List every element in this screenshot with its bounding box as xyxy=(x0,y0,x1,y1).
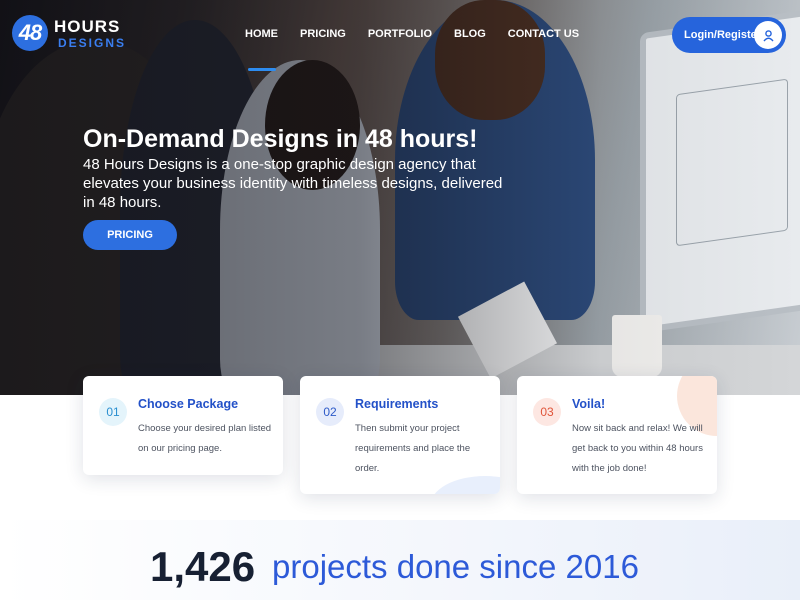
pricing-button[interactable]: PRICING xyxy=(83,220,177,250)
user-icon xyxy=(754,21,782,49)
projects-count-caption: projects done since 2016 xyxy=(272,548,639,585)
logo-number: 48 xyxy=(12,15,48,51)
step-number-badge: 03 xyxy=(533,398,561,426)
nav-item-home[interactable]: HOME xyxy=(245,28,278,40)
nav-item-pricing[interactable]: PRICING xyxy=(300,28,346,40)
step-title: Choose Package xyxy=(138,397,239,411)
nav-item-contact[interactable]: CONTACT US xyxy=(508,28,579,40)
nav-item-blog[interactable]: BLOG xyxy=(454,28,486,40)
login-register-button[interactable]: Login/Register xyxy=(672,17,786,53)
main-nav: HOME PRICING PORTFOLIO BLOG CONTACT US xyxy=(245,28,601,40)
step-title: Requirements xyxy=(355,397,439,411)
step-card-voila: 03 Voila! Now sit back and relax! We wil… xyxy=(517,376,717,494)
logo-word-hours: HOURS xyxy=(54,17,121,36)
step-description: Then submit your project requirements an… xyxy=(355,423,471,474)
hero-subtitle: 48 Hours Designs is a one-stop graphic d… xyxy=(83,156,503,211)
step-description: Now sit back and relax! We will get back… xyxy=(572,423,703,474)
step-card-requirements: 02 Requirements Then submit your project… xyxy=(300,376,500,494)
hero-title: On-Demand Designs in 48 hours! xyxy=(83,125,478,153)
projects-count: 1,426 xyxy=(150,543,256,590)
step-card-choose-package: 01 Choose Package Choose your desired pl… xyxy=(83,376,283,475)
step-title: Voila! xyxy=(572,397,606,411)
step-number-badge: 02 xyxy=(316,398,344,426)
login-register-label: Login/Register xyxy=(684,29,762,41)
step-number-badge: 01 xyxy=(99,398,127,426)
nav-item-portfolio[interactable]: PORTFOLIO xyxy=(368,28,432,40)
site-logo[interactable]: 48 HOURS DESIGNS xyxy=(12,15,124,55)
step-description: Choose your desired plan listed on our p… xyxy=(138,423,272,454)
logo-word-designs: DESIGNS xyxy=(58,36,127,50)
